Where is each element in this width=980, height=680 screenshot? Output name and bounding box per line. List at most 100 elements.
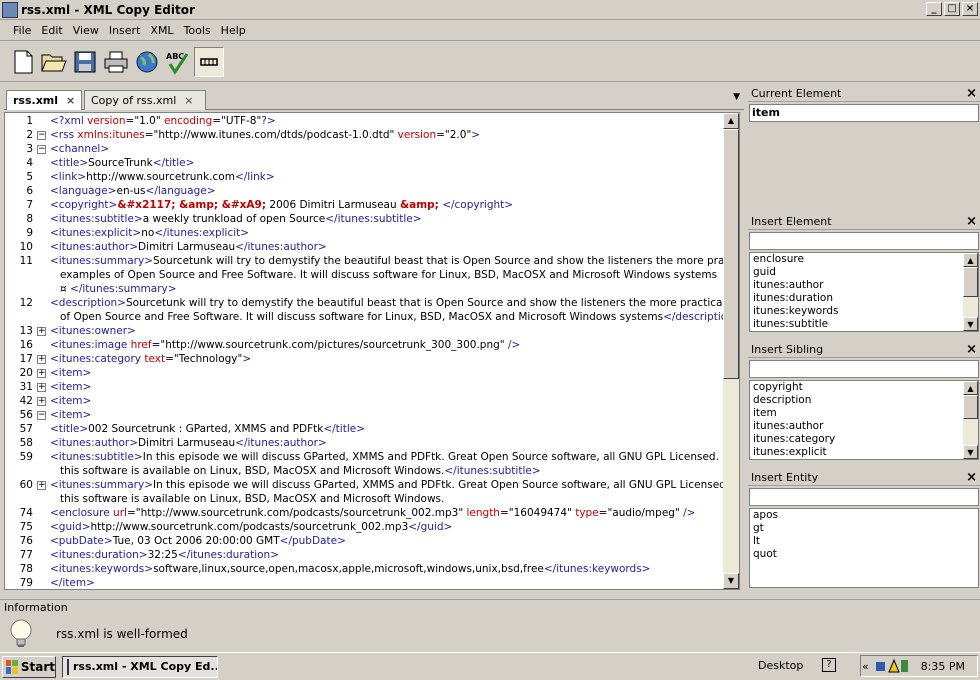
menu-xml[interactable]: XML — [145, 24, 178, 37]
list-item[interactable]: copyright — [750, 381, 978, 394]
list-item[interactable]: quot — [750, 548, 978, 561]
list-item[interactable]: itunes:author — [750, 279, 978, 292]
code-line[interactable]: 2− <rss xmlns:itunes="http://www.itunes.c… — [5, 129, 725, 143]
taskbar-item-xml-copy-editor[interactable]: rss.xml - XML Copy Ed... — [62, 655, 218, 678]
expand-fold-icon[interactable]: + — [37, 397, 46, 406]
scroll-down-arrow-icon[interactable]: ▼ — [963, 317, 978, 331]
code-line[interactable]: 78 <itunes:keywords>software,linux,source… — [5, 563, 725, 577]
insert-element-list[interactable]: enclosure guid itunes:author itunes:dura… — [749, 252, 979, 332]
code-line[interactable]: 59 <itunes:subtitle>In this episode we wi… — [5, 451, 725, 465]
list-item[interactable]: itunes:category — [750, 433, 978, 446]
list-item[interactable]: lt — [750, 535, 978, 548]
insert-sibling-filter-input[interactable] — [749, 360, 979, 378]
list-scrollbar[interactable]: ▲ ▼ — [963, 381, 978, 459]
scrollbar-thumb[interactable] — [963, 267, 978, 297]
expand-fold-icon[interactable]: + — [37, 383, 46, 392]
scroll-up-arrow-icon[interactable]: ▲ — [963, 381, 978, 395]
browser-button[interactable] — [132, 47, 162, 77]
code-line[interactable]: 74 <enclosure url="http://www.sourcetrunk… — [5, 507, 725, 521]
code-line[interactable]: of Open Source and Free Software. It wil… — [5, 311, 725, 325]
list-item[interactable]: description — [750, 394, 978, 407]
panel-close-icon[interactable]: × — [966, 470, 977, 485]
help-icon[interactable]: ? — [822, 658, 836, 672]
code-line[interactable]: 12 <description>Sourcetunk will try to de… — [5, 297, 725, 311]
tab-close-icon[interactable]: × — [66, 94, 75, 107]
panel-close-icon[interactable]: × — [966, 342, 977, 357]
panel-close-icon[interactable]: × — [966, 86, 977, 101]
code-line[interactable]: 17 + <itunes:category text="Technology"> — [5, 353, 725, 367]
code-line[interactable]: 20 + <item> — [5, 367, 725, 381]
menu-edit[interactable]: Edit — [36, 24, 67, 37]
menu-insert[interactable]: Insert — [104, 24, 146, 37]
current-element-field[interactable]: item — [749, 104, 979, 122]
open-button[interactable] — [39, 47, 69, 77]
code-line[interactable]: 57 <title>002 Sourcetrunk : GParted, XMMS… — [5, 423, 725, 437]
expand-fold-icon[interactable]: + — [37, 355, 46, 364]
list-item[interactable]: itunes:explicit — [750, 446, 978, 459]
list-item[interactable]: guid — [750, 266, 978, 279]
list-item[interactable]: itunes:subtitle — [750, 318, 978, 331]
minimize-button[interactable]: _ — [926, 2, 942, 16]
code-line[interactable]: 42 + <item> — [5, 395, 725, 409]
code-line[interactable]: 1 <?xml version="1.0" encoding="UTF-8"?> — [5, 115, 725, 129]
menu-view[interactable]: View — [68, 24, 104, 37]
menu-tools[interactable]: Tools — [179, 24, 216, 37]
code-line[interactable]: 11 <itunes:summary>Sourcetunk will try to… — [5, 255, 725, 269]
code-line[interactable]: 16 <itunes:image href="http://www.sourcet… — [5, 339, 725, 353]
insert-element-filter-input[interactable] — [749, 232, 979, 250]
insert-entity-filter-input[interactable] — [749, 488, 979, 506]
scroll-up-arrow-icon[interactable]: ▲ — [963, 253, 978, 267]
list-item[interactable]: itunes:keywords — [750, 305, 978, 318]
code-line[interactable]: examples of Open Source and Free Softwar… — [5, 269, 725, 283]
list-scrollbar[interactable]: ▲ ▼ — [963, 253, 978, 331]
code-line[interactable]: 31 + <item> — [5, 381, 725, 395]
code-line[interactable]: this software is available on Linux, BSD… — [5, 493, 725, 507]
code-line[interactable]: 4 <title>SourceTrunk</title> — [5, 157, 725, 171]
tab-list-dropdown-icon[interactable]: ▼ — [733, 92, 740, 102]
code-line[interactable]: 13 + <itunes:owner> — [5, 325, 725, 339]
code-line[interactable]: 76 <pubDate>Tue, 03 Oct 2006 20:00:00 GMT… — [5, 535, 725, 549]
code-line[interactable]: 75 <guid>http://www.sourcetrunk.com/podca… — [5, 521, 725, 535]
code-line[interactable]: 60 + <itunes:summary>In this episode we wi… — [5, 479, 725, 493]
code-line[interactable]: 58 <itunes:author>Dimitri Larmuseau</itun… — [5, 437, 725, 451]
code-line[interactable]: 5 <link>http://www.sourcetrunk.com</link> — [5, 171, 725, 185]
xml-editor[interactable]: 1 <?xml version="1.0" encoding="UTF-8"?> 2… — [4, 112, 740, 590]
scroll-down-arrow-icon[interactable]: ▼ — [963, 445, 978, 459]
editor-scrollbar[interactable]: ▲ ▼ — [723, 113, 739, 589]
collapse-fold-icon[interactable]: − — [37, 411, 46, 420]
tab-close-icon[interactable]: × — [184, 94, 193, 107]
start-button[interactable]: Start — [2, 655, 56, 678]
code-line[interactable]: 77 <itunes:duration>32:25</itunes:duratio… — [5, 549, 725, 563]
code-line[interactable]: 10 <itunes:author>Dimitri Larmuseau</itun… — [5, 241, 725, 255]
spellcheck-button[interactable]: ABC — [163, 47, 193, 77]
wrap-toggle-button[interactable] — [194, 46, 224, 77]
panel-close-icon[interactable]: × — [966, 214, 977, 229]
scrollbar-thumb[interactable] — [723, 129, 739, 379]
menu-help[interactable]: Help — [216, 24, 251, 37]
code-line[interactable]: 79 </item> — [5, 577, 725, 589]
code-line[interactable]: 9 <itunes:explicit>no</itunes:explicit> — [5, 227, 725, 241]
expand-fold-icon[interactable]: + — [37, 369, 46, 378]
expand-fold-icon[interactable]: + — [37, 481, 46, 490]
desktop-toolbar-label[interactable]: Desktop — [758, 659, 803, 672]
code-line[interactable]: 3− <channel> — [5, 143, 725, 157]
code-line[interactable]: ¤ </itunes:summary> — [5, 283, 725, 297]
collapse-fold-icon[interactable]: − — [37, 131, 46, 140]
code-line[interactable]: this software is available on Linux, BSD… — [5, 465, 725, 479]
scrollbar-thumb[interactable] — [963, 395, 978, 419]
new-button[interactable] — [8, 47, 38, 77]
list-item[interactable]: gt — [750, 522, 978, 535]
expand-fold-icon[interactable]: + — [37, 327, 46, 336]
tray-expand-icon[interactable]: « — [862, 660, 869, 673]
scroll-up-arrow-icon[interactable]: ▲ — [723, 113, 739, 129]
save-button[interactable] — [70, 47, 100, 77]
close-button[interactable]: × — [962, 2, 978, 16]
code-line[interactable]: 6 <language>en-us</language> — [5, 185, 725, 199]
tab-rss-xml[interactable]: rss.xml × — [6, 90, 82, 110]
tab-copy-of-rss-xml[interactable]: Copy of rss.xml × — [84, 90, 206, 110]
list-item[interactable]: apos — [750, 509, 978, 522]
scroll-down-arrow-icon[interactable]: ▼ — [723, 573, 739, 589]
maximize-button[interactable]: □ — [944, 2, 960, 16]
code-line[interactable]: 8 <itunes:subtitle>a weekly trunkload of … — [5, 213, 725, 227]
list-item[interactable]: enclosure — [750, 253, 978, 266]
